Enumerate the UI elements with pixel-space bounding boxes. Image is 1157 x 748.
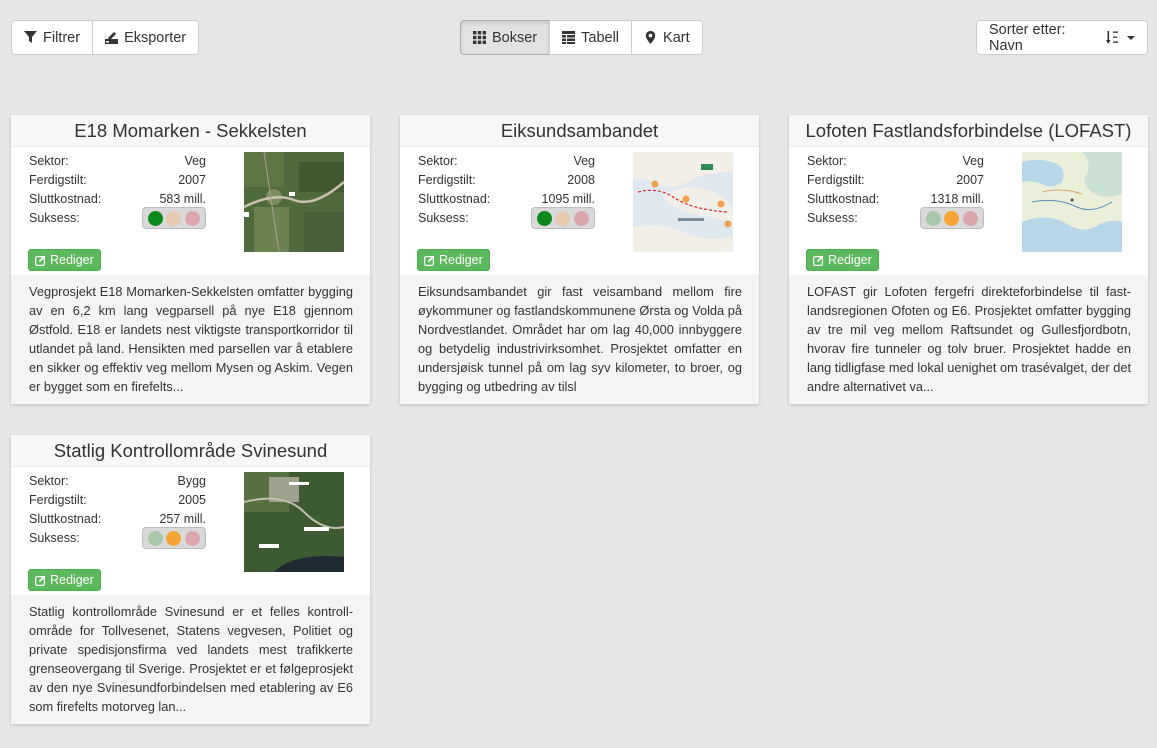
view-boxes-label: Bokser <box>492 29 538 46</box>
view-table-label: Tabell <box>581 29 620 46</box>
action-button-group: Filtrer Eksporter <box>11 20 200 55</box>
edit-label: Rediger <box>439 253 483 267</box>
edit-icon <box>424 255 435 266</box>
view-table-button[interactable]: Tabell <box>549 20 633 55</box>
filter-label: Filtrer <box>43 29 81 46</box>
project-title: Eiksundsambandet <box>400 115 759 147</box>
project-thumbnail[interactable] <box>244 152 344 252</box>
edit-icon <box>35 575 46 586</box>
traffic-light-red <box>185 210 201 226</box>
sector-label: Sektor: <box>807 154 847 168</box>
completed-value: 2005 <box>178 493 206 507</box>
sort-alpha-icon <box>1106 31 1119 44</box>
success-traffic-light <box>531 207 595 229</box>
completed-label: Ferdigstilt: <box>418 173 476 187</box>
sector-label: Sektor: <box>418 154 458 168</box>
sort-group: Sorter etter: Navn <box>976 20 1148 55</box>
traffic-light-yellow <box>944 210 960 226</box>
view-map-button[interactable]: Kart <box>631 20 703 55</box>
chevron-down-icon <box>1127 35 1135 40</box>
edit-button[interactable]: Rediger <box>806 249 879 271</box>
completed-value: 2007 <box>956 173 984 187</box>
view-map-label: Kart <box>663 29 690 46</box>
filter-icon <box>24 31 37 44</box>
project-summary: Sektor: Veg Ferdigstilt: 2007 Sluttkostnad… <box>789 147 1148 275</box>
traffic-light-yellow <box>166 210 182 226</box>
project-description: Statlig kontrollområde Svinesund er et f… <box>11 595 370 724</box>
cost-label: Sluttkostnad: <box>29 192 102 206</box>
project-title: Lofoten Fastlandsforbindelse (LOFAST) <box>789 115 1148 147</box>
traffic-light-red <box>963 210 979 226</box>
edit-label: Rediger <box>50 573 94 587</box>
sector-value: Bygg <box>177 474 207 488</box>
sort-label: Sorter etter: Navn <box>989 21 1066 54</box>
view-switch: Bokser Tabell Kart <box>460 20 703 55</box>
success-label: Suksess: <box>418 211 469 225</box>
traffic-light-red <box>574 210 590 226</box>
traffic-light-green <box>147 530 163 546</box>
completed-label: Ferdigstilt: <box>807 173 865 187</box>
cost-label: Sluttkostnad: <box>29 512 102 526</box>
edit-button[interactable]: Rediger <box>417 249 490 271</box>
completed-label: Ferdigstilt: <box>29 173 87 187</box>
completed-value: 2008 <box>567 173 595 187</box>
table-icon <box>562 31 576 44</box>
project-card: Lofoten Fastlandsforbindelse (LOFAST) Se… <box>789 115 1148 404</box>
traffic-light-yellow <box>166 530 182 546</box>
success-label: Suksess: <box>29 211 80 225</box>
project-description: Eiksundsambandet gir fast veisamband mel… <box>400 275 759 404</box>
success-traffic-light <box>920 207 984 229</box>
success-traffic-light <box>142 527 206 549</box>
project-thumbnail[interactable] <box>633 152 733 252</box>
project-card: Eiksundsambandet Sektor: Veg Ferdigstilt:… <box>400 115 759 404</box>
project-title: E18 Momarken - Sekkelsten <box>11 115 370 147</box>
traffic-light-yellow <box>555 210 571 226</box>
export-label: Eksporter <box>124 29 187 46</box>
sector-value: Veg <box>184 154 206 168</box>
sector-label: Sektor: <box>29 474 69 488</box>
success-traffic-light <box>142 207 206 229</box>
success-label: Suksess: <box>807 211 858 225</box>
edit-button[interactable]: Rediger <box>28 569 101 591</box>
completed-label: Ferdigstilt: <box>29 493 87 507</box>
map-marker-icon <box>644 31 657 44</box>
sector-label: Sektor: <box>29 154 69 168</box>
project-summary: Sektor: Veg Ferdigstilt: 2007 Sluttkostnad… <box>11 147 370 275</box>
filter-button[interactable]: Filtrer <box>11 20 94 55</box>
traffic-light-red <box>185 530 201 546</box>
traffic-light-green <box>147 210 163 226</box>
export-button[interactable]: Eksporter <box>92 20 200 55</box>
grid-icon <box>473 31 486 44</box>
cost-label: Sluttkostnad: <box>807 192 880 206</box>
edit-label: Rediger <box>828 253 872 267</box>
project-title: Statlig Kontrollområde Svinesund <box>11 435 370 467</box>
sort-dropdown[interactable]: Sorter etter: Navn <box>976 20 1148 55</box>
project-thumbnail[interactable] <box>1022 152 1122 252</box>
export-icon <box>105 31 119 44</box>
project-summary: Sektor: Veg Ferdigstilt: 2008 Sluttkostnad… <box>400 147 759 275</box>
project-card: E18 Momarken - Sekkelsten Sektor: Veg Fer… <box>11 115 370 404</box>
edit-icon <box>35 255 46 266</box>
edit-label: Rediger <box>50 253 94 267</box>
project-description: Vegprosjekt E18 Momarken-Sekkelsten omfa… <box>11 275 370 404</box>
edit-button[interactable]: Rediger <box>28 249 101 271</box>
cost-label: Sluttkostnad: <box>418 192 491 206</box>
project-thumbnail[interactable] <box>244 472 344 572</box>
view-boxes-button[interactable]: Bokser <box>460 20 551 55</box>
project-card: Statlig Kontrollområde Svinesund Sektor:… <box>11 435 370 724</box>
traffic-light-green <box>925 210 941 226</box>
completed-value: 2007 <box>178 173 206 187</box>
sector-value: Veg <box>962 154 984 168</box>
traffic-light-green <box>536 210 552 226</box>
sector-value: Veg <box>573 154 595 168</box>
success-label: Suksess: <box>29 531 80 545</box>
project-description: LOFAST gir Lofoten fergefri direkteforbi… <box>789 275 1148 404</box>
edit-icon <box>813 255 824 266</box>
project-summary: Sektor: Bygg Ferdigstilt: 2005 Sluttkostna… <box>11 467 370 595</box>
